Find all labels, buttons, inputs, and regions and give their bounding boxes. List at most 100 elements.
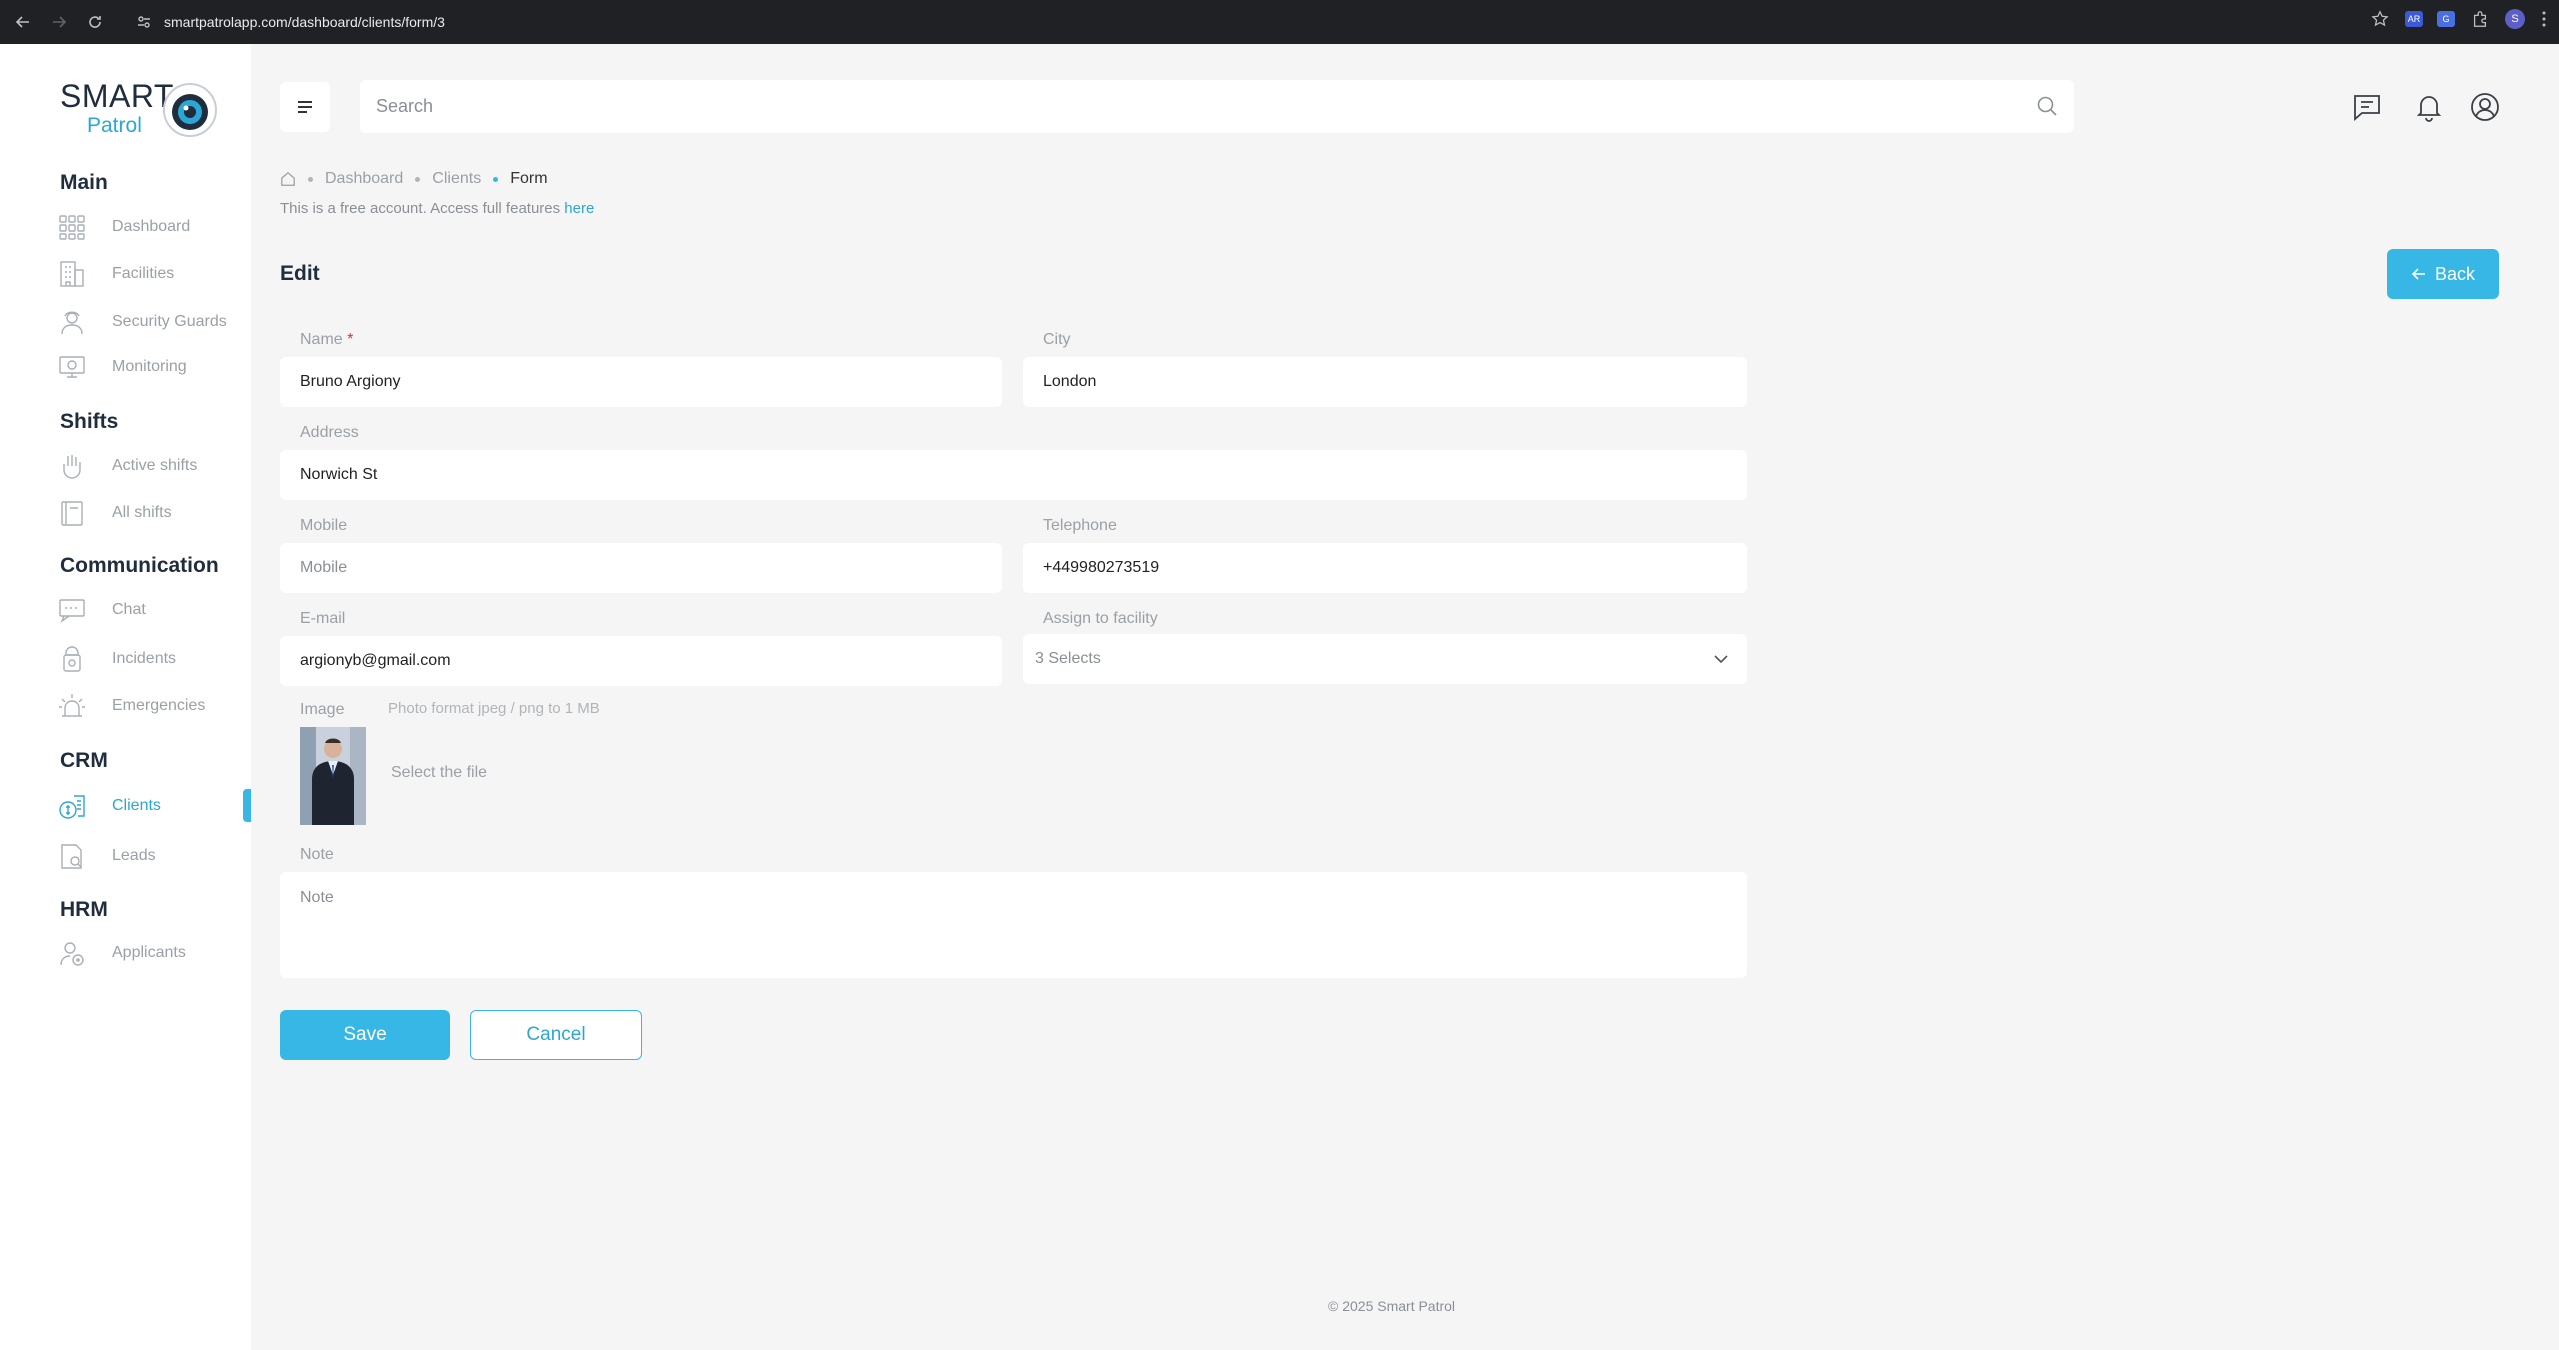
sidebar-item-label: Leads (112, 847, 156, 864)
image-format-hint: Photo format jpeg / png to 1 MB (388, 700, 600, 717)
active-indicator (243, 789, 251, 822)
notice-text: This is a free account. Access full feat… (280, 200, 565, 217)
extensions-puzzle-icon[interactable] (2469, 8, 2491, 30)
city-field[interactable]: London (1023, 357, 1747, 407)
sidebar-item-monitoring[interactable]: Monitoring (58, 350, 248, 384)
leads-icon (58, 842, 86, 870)
image-label: Image (300, 701, 345, 718)
name-field[interactable]: Bruno Argiony (280, 357, 1002, 407)
arrow-left-icon (2411, 268, 2425, 280)
sidebar-item-label: Facilities (112, 265, 175, 282)
telephone-label: Telephone (1043, 517, 1117, 534)
address-field[interactable]: Norwich St (280, 450, 1747, 500)
section-title-hrm: HRM (60, 898, 108, 921)
monitor-icon (58, 353, 86, 381)
breadcrumb-clients[interactable]: Clients (432, 170, 481, 188)
applicants-icon (58, 939, 86, 967)
note-textarea[interactable]: Note (280, 872, 1747, 978)
telephone-field[interactable]: +449980273519 (1023, 543, 1747, 593)
address-label: Address (300, 424, 359, 441)
back-button[interactable]: Back (2387, 249, 2499, 299)
sidebar-item-label: Clients (112, 797, 161, 814)
calendar-icon (58, 499, 86, 527)
email-label: E-mail (300, 610, 346, 627)
search-icon[interactable] (2036, 95, 2058, 117)
chevron-down-icon (1714, 655, 1728, 664)
sidebar-item-label: Security Guards (112, 313, 227, 330)
grid-icon (58, 213, 86, 241)
home-icon[interactable] (280, 171, 296, 187)
sidebar-item-label: Chat (112, 601, 146, 618)
sidebar-item-label: Monitoring (112, 358, 187, 375)
breadcrumb-separator (493, 176, 499, 182)
guard-icon (58, 308, 86, 336)
sidebar-item-facilities[interactable]: Facilities (58, 257, 248, 291)
sidebar-item-dashboard[interactable]: Dashboard (58, 210, 248, 244)
mobile-label: Mobile (300, 517, 348, 534)
back-arrow-icon[interactable] (8, 7, 38, 37)
breadcrumb-dashboard[interactable]: Dashboard (325, 170, 403, 188)
name-label-text: Name (300, 331, 343, 348)
required-mark: * (347, 331, 354, 348)
sidebar-item-label: Emergencies (112, 697, 206, 714)
sidebar-item-applicants[interactable]: Applicants (58, 936, 248, 970)
facility-select[interactable]: 3 Selects (1023, 634, 1747, 684)
logo-text-patrol: Patrol (87, 114, 142, 137)
siren-icon (58, 692, 86, 720)
breadcrumb-current: Form (510, 170, 548, 187)
chat-icon (58, 596, 86, 624)
sidebar: SMART Patrol Main Dashboard Facilities S… (0, 44, 251, 1350)
search-bar (360, 80, 2074, 133)
city-label: City (1043, 331, 1071, 348)
user-account-icon[interactable] (2470, 92, 2500, 122)
sidebar-item-all-shifts[interactable]: All shifts (58, 496, 248, 530)
note-label: Note (300, 846, 334, 863)
sidebar-item-label: Applicants (112, 944, 186, 961)
save-button[interactable]: Save (280, 1010, 450, 1060)
logo-text-smart: SMART (60, 78, 174, 114)
sidebar-item-leads[interactable]: Leads (58, 839, 248, 873)
person-photo-icon (300, 727, 366, 825)
logo[interactable]: SMART Patrol (60, 78, 220, 148)
breadcrumb-separator (415, 176, 421, 182)
upgrade-link[interactable]: here (564, 200, 594, 217)
sidebar-item-emergencies[interactable]: Emergencies (58, 689, 248, 723)
client-photo-thumbnail[interactable] (300, 727, 366, 825)
section-title-main: Main (60, 171, 108, 194)
select-file-button[interactable]: Select the file (391, 764, 487, 782)
sidebar-item-active-shifts[interactable]: Active shifts (58, 449, 248, 483)
address-bar[interactable]: smartpatrolapp.com/dashboard/clients/for… (122, 6, 2352, 38)
incident-icon (58, 645, 86, 673)
bookmark-star-icon[interactable] (2369, 8, 2391, 30)
email-field[interactable]: argionyb@gmail.com (280, 636, 1002, 686)
forward-arrow-icon[interactable] (44, 7, 74, 37)
sidebar-item-incidents[interactable]: Incidents (58, 642, 248, 676)
cancel-button[interactable]: Cancel (470, 1010, 642, 1060)
name-label: Name * (300, 331, 353, 349)
url-text[interactable]: smartpatrolapp.com/dashboard/clients/for… (164, 14, 445, 30)
search-input[interactable] (360, 80, 1960, 133)
free-account-notice: This is a free account. Access full feat… (280, 200, 594, 217)
translate-extension-icon[interactable]: G (2437, 11, 2455, 27)
messages-icon[interactable] (2352, 92, 2382, 122)
menu-toggle-button[interactable] (280, 82, 330, 132)
bell-icon[interactable] (2414, 92, 2444, 122)
sidebar-item-chat[interactable]: Chat (58, 593, 248, 627)
building-icon (58, 260, 86, 288)
extension-icon[interactable]: AR (2405, 11, 2423, 27)
footer-copyright: © 2025 Smart Patrol (1328, 1298, 1456, 1314)
reload-icon[interactable] (80, 7, 110, 37)
page-title: Edit (280, 262, 320, 285)
hand-icon (58, 452, 86, 480)
mobile-field[interactable]: Mobile (280, 543, 1002, 593)
more-menu-icon[interactable] (2539, 8, 2549, 30)
sidebar-item-label: Incidents (112, 650, 177, 667)
section-title-communication: Communication (60, 554, 219, 577)
hamburger-icon (298, 101, 312, 113)
section-title-crm: CRM (60, 749, 108, 772)
section-title-shifts: Shifts (60, 410, 119, 433)
sidebar-item-clients[interactable]: Clients (58, 789, 248, 823)
sidebar-item-security-guards[interactable]: Security Guards (58, 305, 248, 339)
site-info-icon[interactable] (136, 14, 152, 30)
profile-avatar[interactable]: S (2505, 9, 2525, 29)
